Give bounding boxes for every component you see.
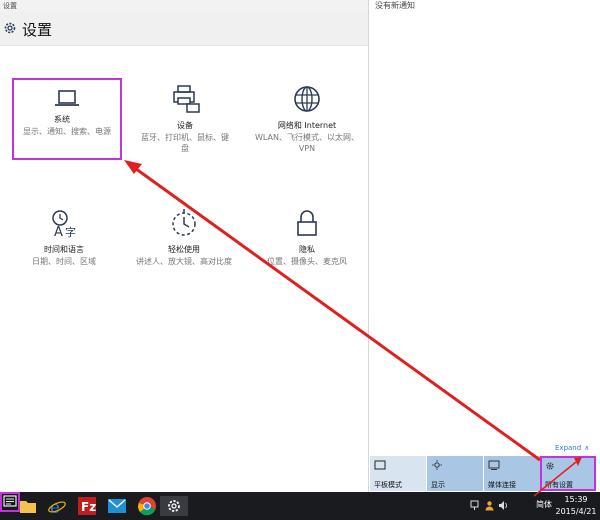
no-notifications-text: 没有新通知 (375, 1, 415, 10)
quick-action-display[interactable]: 显示 (427, 456, 483, 491)
tile-privacy-name: 隐私 (299, 245, 315, 254)
brightness-icon (432, 460, 442, 470)
file-explorer-icon[interactable] (18, 496, 38, 516)
tile-network-desc: WLAN、飞行模式、以太网、VPN (254, 133, 359, 153)
user-tray-icon[interactable] (484, 500, 495, 511)
svg-text:Fz: Fz (81, 500, 96, 514)
tile-devices[interactable]: 设备 蓝牙、打印机、鼠标、键盘 (140, 84, 230, 154)
quick-action-label: 媒体连接 (488, 481, 516, 489)
tile-devices-name: 设备 (177, 121, 193, 130)
printer-keyboard-icon (173, 85, 200, 113)
time-language-icon: A 字 (52, 210, 76, 238)
lock-icon (297, 210, 317, 236)
expand-link[interactable]: Expand ∧ (555, 444, 589, 452)
tile-ease-desc: 讲述人、放大镜、高对比度 (136, 257, 232, 266)
tile-time-name: 时间和语言 (44, 245, 84, 254)
ease-of-access-icon (172, 209, 196, 236)
tablet-icon (374, 460, 386, 470)
clock-time: 15:39 (564, 495, 588, 504)
quick-action-all-settings[interactable]: 所有设置 (540, 456, 596, 491)
tile-network-name: 网络和 Internet (277, 121, 337, 130)
tile-network[interactable]: 网络和 Internet WLAN、飞行模式、以太网、VPN (252, 84, 362, 154)
svg-text:字: 字 (65, 225, 76, 238)
action-center-tray-button[interactable] (0, 492, 20, 512)
quick-action-label: 所有设置 (545, 481, 573, 489)
tile-ease-of-access[interactable]: 轻松使用 讲述人、放大镜、高对比度 (134, 208, 234, 267)
window-title: 设置 (3, 2, 17, 10)
notification-icon (3, 495, 17, 507)
volume-tray-icon[interactable] (498, 500, 509, 511)
chevron-up-icon: ∧ (584, 444, 590, 452)
quick-action-label: 显示 (431, 481, 445, 489)
chrome-icon[interactable] (137, 496, 157, 516)
taskbar: e Fz 简体 15:39 2015/4/21 (0, 492, 600, 520)
settings-header: 设置 (0, 12, 368, 46)
internet-explorer-icon[interactable]: e (47, 496, 67, 516)
tile-privacy[interactable]: 隐私 位置、摄像头、麦克风 (252, 208, 362, 267)
tile-devices-desc: 蓝牙、打印机、鼠标、键盘 (141, 133, 229, 153)
gear-icon (4, 22, 16, 34)
tile-privacy-desc: 位置、摄像头、麦克风 (267, 257, 347, 266)
clock-date: 2015/4/21 (555, 507, 597, 516)
tile-time-language[interactable]: A 字 时间和语言 日期、时间、区域 (18, 208, 110, 267)
globe-icon (294, 86, 320, 112)
clock[interactable]: 15:39 2015/4/21 (554, 494, 598, 518)
ime-indicator[interactable]: 简体 (536, 499, 552, 510)
gear-icon (168, 500, 180, 512)
tile-system[interactable]: 系统 显示、通知、搜索、电源 (12, 78, 122, 160)
mail-icon[interactable] (107, 496, 127, 516)
laptop-icon (55, 90, 79, 106)
network-tray-icon[interactable] (470, 500, 481, 511)
page-title: 设置 (22, 21, 53, 39)
cast-icon (488, 460, 500, 470)
settings-window: 设置 设置 系统 显示、通知、搜索、电源 设备 蓝牙、打印机、鼠标、键盘 网络和… (0, 0, 368, 492)
taskbar-settings-button[interactable] (160, 496, 188, 516)
quick-action-label: 平板模式 (374, 481, 402, 489)
svg-text:A: A (54, 225, 63, 238)
filezilla-icon[interactable]: Fz (77, 496, 97, 516)
quick-action-tablet-mode[interactable]: 平板模式 (370, 456, 426, 491)
action-center-panel: 没有新通知 Expand ∧ (368, 0, 600, 492)
tile-time-desc: 日期、时间、区域 (32, 257, 96, 266)
expand-label: Expand (555, 444, 582, 452)
tile-ease-name: 轻松使用 (168, 245, 200, 254)
quick-action-connect[interactable]: 媒体连接 (484, 456, 540, 491)
tile-system-desc: 显示、通知、搜索、电源 (23, 127, 111, 136)
window-titlebar: 设置 (0, 0, 368, 12)
gear-icon (546, 462, 554, 470)
tile-system-name: 系统 (54, 115, 70, 124)
